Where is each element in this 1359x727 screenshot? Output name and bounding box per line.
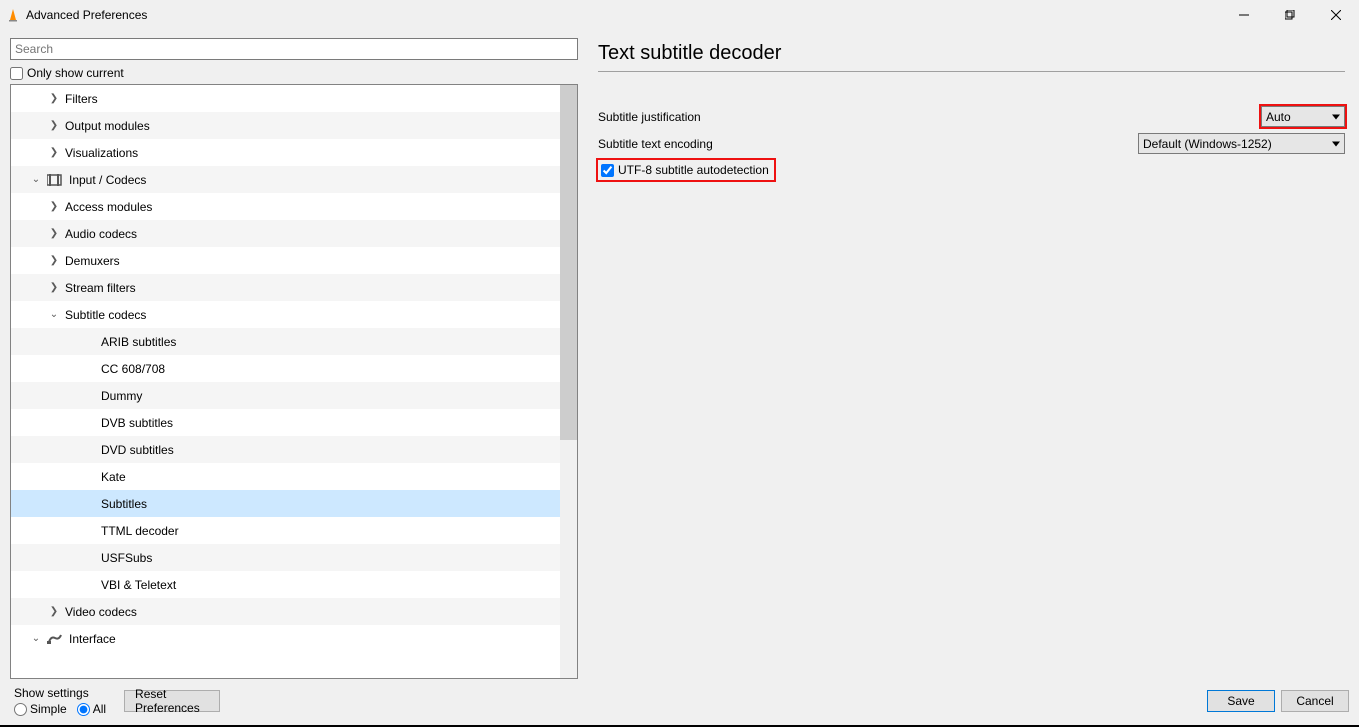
tree-item-video-codecs[interactable]: ❯Video codecs	[11, 598, 560, 625]
advanced-preferences-window: Advanced Preferences Only show current ❯…	[0, 0, 1359, 727]
tree-item-interface[interactable]: ⌄ Interface	[11, 625, 560, 652]
encoding-label: Subtitle text encoding	[598, 137, 1138, 151]
utf8-autodetect-label: UTF-8 subtitle autodetection	[618, 163, 769, 177]
interface-icon	[47, 634, 63, 644]
tree-item-input-codecs[interactable]: ⌄ Input / Codecs	[11, 166, 560, 193]
chevron-down-icon: ⌄	[47, 309, 61, 320]
minimize-button[interactable]	[1221, 0, 1267, 30]
encoding-select[interactable]: Default (Windows-1252)	[1138, 133, 1345, 154]
chevron-right-icon: ❯	[47, 147, 61, 158]
tree-item-cc608[interactable]: CC 608/708	[11, 355, 560, 382]
maximize-button[interactable]	[1267, 0, 1313, 30]
footer: Show settings Simple All Reset Preferenc…	[0, 679, 1359, 727]
scrollbar-thumb[interactable]	[560, 85, 577, 440]
chevron-right-icon: ❯	[47, 606, 61, 617]
tree-item-visualizations[interactable]: ❯Visualizations	[11, 139, 560, 166]
tree-item-subtitle-codecs[interactable]: ⌄Subtitle codecs	[11, 301, 560, 328]
save-button[interactable]: Save	[1207, 690, 1275, 712]
tree-item-dvb[interactable]: DVB subtitles	[11, 409, 560, 436]
chevron-down-icon: ⌄	[29, 174, 43, 185]
chevron-right-icon: ❯	[47, 282, 61, 293]
justification-value: Auto	[1266, 110, 1291, 124]
settings-panel: Text subtitle decoder Subtitle justifica…	[598, 38, 1349, 679]
chevron-right-icon: ❯	[47, 120, 61, 131]
caret-down-icon	[1332, 114, 1340, 119]
utf8-autodetect-box[interactable]	[601, 164, 614, 177]
tree-item-audio-codecs[interactable]: ❯Audio codecs	[11, 220, 560, 247]
radio-simple[interactable]: Simple	[14, 702, 67, 716]
tree-item-dummy[interactable]: Dummy	[11, 382, 560, 409]
tree-item-arib[interactable]: ARIB subtitles	[11, 328, 560, 355]
encoding-value: Default (Windows-1252)	[1143, 137, 1272, 151]
chevron-right-icon: ❯	[47, 93, 61, 104]
caret-down-icon	[1332, 141, 1340, 146]
only-show-current-box[interactable]	[10, 67, 23, 80]
category-tree: ❯Filters ❯Output modules ❯Visualizations…	[10, 84, 578, 679]
show-settings-label: Show settings	[14, 686, 106, 700]
chevron-right-icon: ❯	[47, 228, 61, 239]
show-settings-group: Show settings Simple All	[14, 686, 106, 716]
chevron-down-icon: ⌄	[29, 633, 43, 644]
justification-label: Subtitle justification	[598, 110, 1261, 124]
main-area: Only show current ❯Filters ❯Output modul…	[0, 30, 1359, 679]
tree-item-dvd[interactable]: DVD subtitles	[11, 436, 560, 463]
reset-preferences-button[interactable]: Reset Preferences	[124, 690, 220, 712]
tree-item-demuxers[interactable]: ❯Demuxers	[11, 247, 560, 274]
left-pane: Only show current ❯Filters ❯Output modul…	[10, 38, 578, 679]
window-title: Advanced Preferences	[26, 8, 1221, 22]
chevron-right-icon: ❯	[47, 255, 61, 266]
chevron-right-icon: ❯	[47, 201, 61, 212]
tree-item-subtitles[interactable]: Subtitles	[11, 490, 560, 517]
tree-item-access-modules[interactable]: ❯Access modules	[11, 193, 560, 220]
cancel-button[interactable]: Cancel	[1281, 690, 1349, 712]
titlebar: Advanced Preferences	[0, 0, 1359, 30]
panel-title: Text subtitle decoder	[598, 38, 1345, 71]
tree-item-kate[interactable]: Kate	[11, 463, 560, 490]
tree-item-stream-filters[interactable]: ❯Stream filters	[11, 274, 560, 301]
encoding-row: Subtitle text encoding Default (Windows-…	[598, 133, 1345, 154]
divider	[598, 71, 1345, 72]
justification-select[interactable]: Auto	[1261, 106, 1345, 127]
tree-item-usf[interactable]: USFSubs	[11, 544, 560, 571]
tree-item-vbi[interactable]: VBI & Teletext	[11, 571, 560, 598]
scrollbar[interactable]	[560, 85, 577, 678]
tree-item-filters[interactable]: ❯Filters	[11, 85, 560, 112]
justification-row: Subtitle justification Auto	[598, 106, 1345, 127]
radio-all[interactable]: All	[77, 702, 106, 716]
vlc-cone-icon	[6, 8, 20, 22]
close-button[interactable]	[1313, 0, 1359, 30]
tree-item-ttml[interactable]: TTML decoder	[11, 517, 560, 544]
tree-item-output-modules[interactable]: ❯Output modules	[11, 112, 560, 139]
search-input[interactable]	[10, 38, 578, 60]
input-codecs-icon	[47, 174, 63, 186]
only-show-current-checkbox[interactable]: Only show current	[10, 66, 578, 80]
utf8-autodetect-checkbox[interactable]: UTF-8 subtitle autodetection	[598, 160, 774, 180]
only-show-current-label: Only show current	[27, 66, 124, 80]
